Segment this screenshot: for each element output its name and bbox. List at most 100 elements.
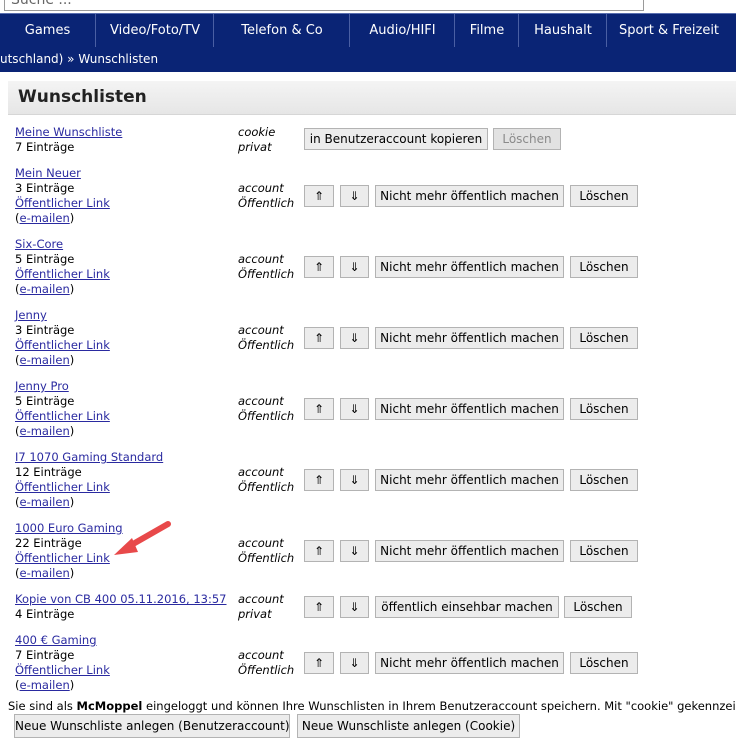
wishlist-name-link[interactable]: Jenny <box>15 308 47 322</box>
make-private-button[interactable]: Nicht mehr öffentlich machen <box>375 185 564 207</box>
public-link[interactable]: Öffentlicher Link <box>15 409 110 423</box>
breadcrumb: utschland) » Wunschlisten <box>0 47 736 72</box>
paren-close: ) <box>69 495 75 509</box>
email-link-wrapper: (e-mailen) <box>15 211 74 225</box>
copy-to-account-button[interactable]: in Benutzeraccount kopieren <box>304 128 488 150</box>
move-up-button[interactable]: ⇑ <box>304 185 334 207</box>
wishlist-count: 3 Einträge <box>15 181 75 195</box>
nav-item-haushalt[interactable]: Haushalt <box>518 14 607 48</box>
wishlist-visibility: Öffentlich <box>238 409 295 423</box>
move-down-button[interactable]: ⇓ <box>340 185 369 207</box>
wishlist-storage: account <box>238 181 284 195</box>
email-link[interactable]: e-mailen <box>20 678 70 692</box>
panel-header: Wunschlisten <box>8 81 736 115</box>
make-private-button[interactable]: Nicht mehr öffentlich machen <box>375 327 564 349</box>
delete-button[interactable]: Löschen <box>570 185 638 207</box>
move-down-button[interactable]: ⇓ <box>340 327 369 349</box>
search-bar: Suche ... <box>0 0 736 13</box>
move-down-button[interactable]: ⇓ <box>340 469 369 491</box>
wishlist-name-link[interactable]: I7 1070 Gaming Standard <box>15 450 163 464</box>
paren-close: ) <box>69 353 75 367</box>
wishlist-count: 22 Einträge <box>15 536 82 550</box>
move-up-button[interactable]: ⇑ <box>304 256 334 278</box>
make-private-button[interactable]: Nicht mehr öffentlich machen <box>375 469 564 491</box>
wishlist-name-link[interactable]: Mein Neuer <box>15 166 81 180</box>
move-up-button[interactable]: ⇑ <box>304 398 334 420</box>
public-link[interactable]: Öffentlicher Link <box>15 338 110 352</box>
wishlist-row: Jenny Pro 5 Einträge Öffentlicher Link (… <box>0 379 736 439</box>
delete-button[interactable]: Löschen <box>570 327 638 349</box>
public-link[interactable]: Öffentlicher Link <box>15 551 110 565</box>
delete-button[interactable]: Löschen <box>564 596 632 618</box>
wishlist-visibility: Öffentlich <box>238 551 295 565</box>
public-link[interactable]: Öffentlicher Link <box>15 480 110 494</box>
wishlist-row: 400 € Gaming 7 Einträge Öffentlicher Lin… <box>0 633 736 693</box>
move-up-button[interactable]: ⇑ <box>304 469 334 491</box>
delete-button[interactable]: Löschen <box>570 398 638 420</box>
paren-close: ) <box>69 424 75 438</box>
wishlist-name-link[interactable]: Kopie von CB 400 05.11.2016, 13:57 <box>15 592 227 606</box>
login-info-pre: Sie sind als <box>8 699 77 713</box>
move-down-button[interactable]: ⇓ <box>340 540 369 562</box>
new-cookie-wishlist-button[interactable]: Neue Wunschliste anlegen (Cookie) <box>297 714 520 738</box>
wishlist-row: I7 1070 Gaming Standard 12 Einträge Öffe… <box>0 450 736 510</box>
wishlist-name-link[interactable]: Meine Wunschliste <box>15 125 122 139</box>
move-up-button[interactable]: ⇑ <box>304 652 334 674</box>
new-account-wishlist-button[interactable]: Neue Wunschliste anlegen (Benutzeraccoun… <box>14 714 290 738</box>
move-down-button[interactable]: ⇓ <box>340 652 369 674</box>
delete-button[interactable]: Löschen <box>493 128 561 150</box>
email-link-wrapper: (e-mailen) <box>15 678 74 692</box>
public-link[interactable]: Öffentlicher Link <box>15 196 110 210</box>
wishlist-count: 3 Einträge <box>15 323 75 337</box>
wishlist-visibility: Öffentlich <box>238 267 295 281</box>
make-private-button[interactable]: Nicht mehr öffentlich machen <box>375 398 564 420</box>
wishlist-visibility: Öffentlich <box>238 663 295 677</box>
nav-item-audio-hifi[interactable]: Audio/HIFI <box>349 14 455 48</box>
paren-close: ) <box>69 282 75 296</box>
wishlist-name-link[interactable]: 400 € Gaming <box>15 633 97 647</box>
make-private-button[interactable]: Nicht mehr öffentlich machen <box>375 540 564 562</box>
move-down-button[interactable]: ⇓ <box>340 256 369 278</box>
delete-button[interactable]: Löschen <box>570 256 638 278</box>
nav-item-telefon[interactable]: Telefon & Co <box>213 14 350 48</box>
main-nav: Games Video/Foto/TV Telefon & Co Audio/H… <box>0 13 736 48</box>
wishlist-row: Meine Wunschliste 7 Einträge cookie priv… <box>0 125 736 155</box>
wishlist-row: Jenny 3 Einträge Öffentlicher Link (e-ma… <box>0 308 736 368</box>
move-up-button[interactable]: ⇑ <box>304 540 334 562</box>
make-public-button[interactable]: öffentlich einsehbar machen <box>375 596 559 618</box>
wishlist-count: 5 Einträge <box>15 394 75 408</box>
wishlist-row: Kopie von CB 400 05.11.2016, 13:57 4 Ein… <box>0 592 736 622</box>
wishlist-storage: account <box>238 465 284 479</box>
nav-item-video-foto-tv[interactable]: Video/Foto/TV <box>95 14 214 48</box>
nav-item-games[interactable]: Games <box>0 14 95 48</box>
move-up-button[interactable]: ⇑ <box>304 596 334 618</box>
wishlist-count: 12 Einträge <box>15 465 82 479</box>
make-private-button[interactable]: Nicht mehr öffentlich machen <box>375 652 564 674</box>
email-link[interactable]: e-mailen <box>20 566 70 580</box>
delete-button[interactable]: Löschen <box>570 469 638 491</box>
wishlist-storage: account <box>238 648 284 662</box>
username: McMoppel <box>76 699 143 713</box>
make-private-button[interactable]: Nicht mehr öffentlich machen <box>375 256 564 278</box>
email-link[interactable]: e-mailen <box>20 353 70 367</box>
email-link[interactable]: e-mailen <box>20 211 70 225</box>
email-link[interactable]: e-mailen <box>20 495 70 509</box>
move-down-button[interactable]: ⇓ <box>340 596 369 618</box>
wishlist-row: Mein Neuer 3 Einträge Öffentlicher Link … <box>0 166 736 226</box>
nav-item-filme[interactable]: Filme <box>454 14 519 48</box>
email-link[interactable]: e-mailen <box>20 424 70 438</box>
delete-button[interactable]: Löschen <box>570 652 638 674</box>
wishlist-name-link[interactable]: Six-Core <box>15 237 63 251</box>
email-link[interactable]: e-mailen <box>20 282 70 296</box>
public-link[interactable]: Öffentlicher Link <box>15 267 110 281</box>
move-down-button[interactable]: ⇓ <box>340 398 369 420</box>
email-link-wrapper: (e-mailen) <box>15 282 74 296</box>
public-link[interactable]: Öffentlicher Link <box>15 663 110 677</box>
move-up-button[interactable]: ⇑ <box>304 327 334 349</box>
wishlist-name-link[interactable]: 1000 Euro Gaming <box>15 521 123 535</box>
wishlist-storage: cookie <box>238 125 276 139</box>
search-input[interactable]: Suche ... <box>4 0 644 11</box>
nav-item-sport-freizeit[interactable]: Sport & Freizeit <box>606 14 736 48</box>
wishlist-name-link[interactable]: Jenny Pro <box>15 379 69 393</box>
delete-button[interactable]: Löschen <box>570 540 638 562</box>
